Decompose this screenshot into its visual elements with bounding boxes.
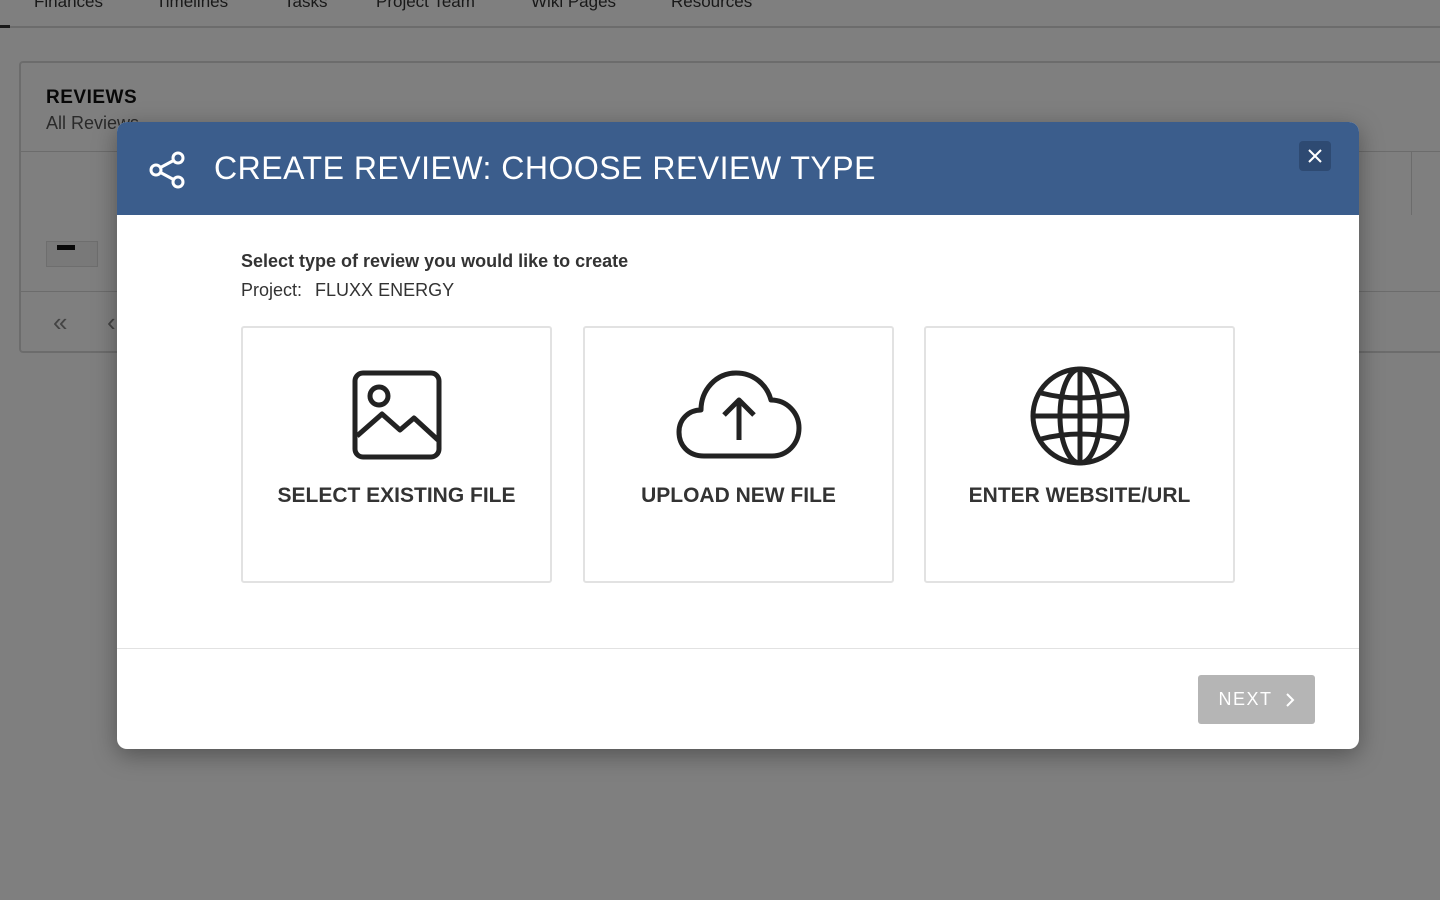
share-icon	[149, 151, 185, 189]
next-button[interactable]: NEXT	[1198, 675, 1315, 724]
create-review-modal: CREATE REVIEW: CHOOSE REVIEW TYPE Select…	[117, 122, 1359, 749]
modal-header: CREATE REVIEW: CHOOSE REVIEW TYPE	[117, 122, 1359, 215]
option-select-existing-file[interactable]: SELECT EXISTING FILE	[241, 326, 552, 583]
project-name: FLUXX ENERGY	[315, 280, 455, 300]
chevron-right-icon	[1285, 692, 1294, 707]
modal-title: CREATE REVIEW: CHOOSE REVIEW TYPE	[214, 150, 876, 186]
project-info: Project: FLUXX ENERGY	[241, 280, 454, 301]
globe-icon	[1030, 366, 1129, 466]
instruction-text: Select type of review you would like to …	[241, 251, 629, 271]
option-enter-website-url[interactable]: ENTER WEBSITE/URL	[924, 326, 1235, 583]
option-label: UPLOAD NEW FILE	[641, 484, 836, 507]
project-label: Project:	[241, 280, 303, 300]
close-icon	[1308, 149, 1322, 163]
option-upload-new-file[interactable]: UPLOAD NEW FILE	[583, 326, 894, 583]
option-label: SELECT EXISTING FILE	[277, 484, 516, 507]
cloud-upload-icon	[676, 370, 801, 459]
option-label: ENTER WEBSITE/URL	[968, 484, 1191, 507]
close-button[interactable]	[1299, 141, 1331, 171]
next-button-label: NEXT	[1218, 689, 1273, 709]
image-icon	[352, 370, 441, 460]
footer-divider	[117, 648, 1359, 649]
